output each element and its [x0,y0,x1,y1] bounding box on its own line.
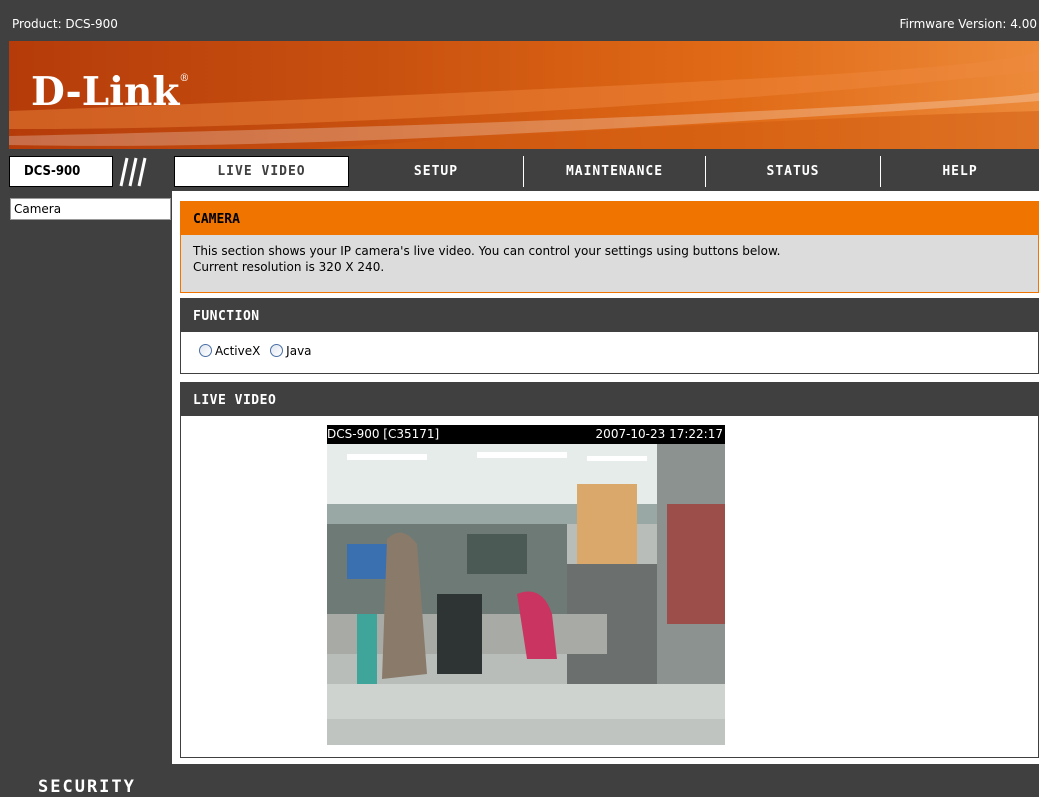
firmware-label: Firmware Version: 4.00 [899,17,1037,31]
live-video-section-title: LIVE VIDEO [181,383,1038,416]
camera-description-line: This section shows your IP camera's live… [193,244,781,258]
java-label: Java [286,344,312,358]
function-radio-group: ActiveX Java [199,344,318,358]
security-label: SECURITY [38,777,136,797]
sidebar: Camera [9,191,172,764]
camera-description: This section shows your IP camera's live… [193,243,781,275]
camera-section-title: CAMERA [181,202,1038,235]
main-nav: DCS-900 LIVE VIDEO SETUP MAINTENANCE STA… [9,153,1039,191]
camera-image [327,444,725,745]
top-bar: Product: DCS-900 Firmware Version: 4.00 [9,9,1039,39]
tab-maintenance[interactable]: MAINTENANCE [524,156,705,187]
live-video-feed[interactable]: DCS-900 [C35171] 2007-10-23 17:22:17 [327,425,725,745]
function-section-title: FUNCTION [181,299,1038,332]
live-video-section: LIVE VIDEO DCS-900 [C35171] 2007-10-23 1… [180,382,1039,758]
slash-decoration-icon [119,157,147,187]
tab-setup[interactable]: SETUP [349,156,523,187]
video-overlay-bar: DCS-900 [C35171] 2007-10-23 17:22:17 [327,425,725,444]
footer: SECURITY [9,764,1039,797]
video-timestamp: 2007-10-23 17:22:17 [595,427,723,441]
sidebar-item-camera[interactable]: Camera [10,198,171,220]
model-label: DCS-900 [24,164,81,179]
brand-banner: D-Link® [9,41,1039,149]
product-label: Product: DCS-900 [12,17,118,31]
model-badge: DCS-900 [9,156,113,187]
camera-id-label: DCS-900 [C35171] [327,427,440,441]
tab-help[interactable]: HELP [881,156,1039,187]
main-content: CAMERA This section shows your IP camera… [172,191,1039,764]
java-radio[interactable] [270,344,284,357]
tab-live-video[interactable]: LIVE VIDEO [174,156,349,187]
function-section: FUNCTION ActiveX Java [180,298,1039,374]
activex-label: ActiveX [215,344,261,358]
tab-status[interactable]: STATUS [706,156,880,187]
resolution-text: Current resolution is 320 X 240. [193,260,385,274]
camera-section: CAMERA This section shows your IP camera… [180,201,1039,293]
dlink-logo[interactable]: D-Link® [31,69,189,115]
activex-radio[interactable] [199,344,212,357]
